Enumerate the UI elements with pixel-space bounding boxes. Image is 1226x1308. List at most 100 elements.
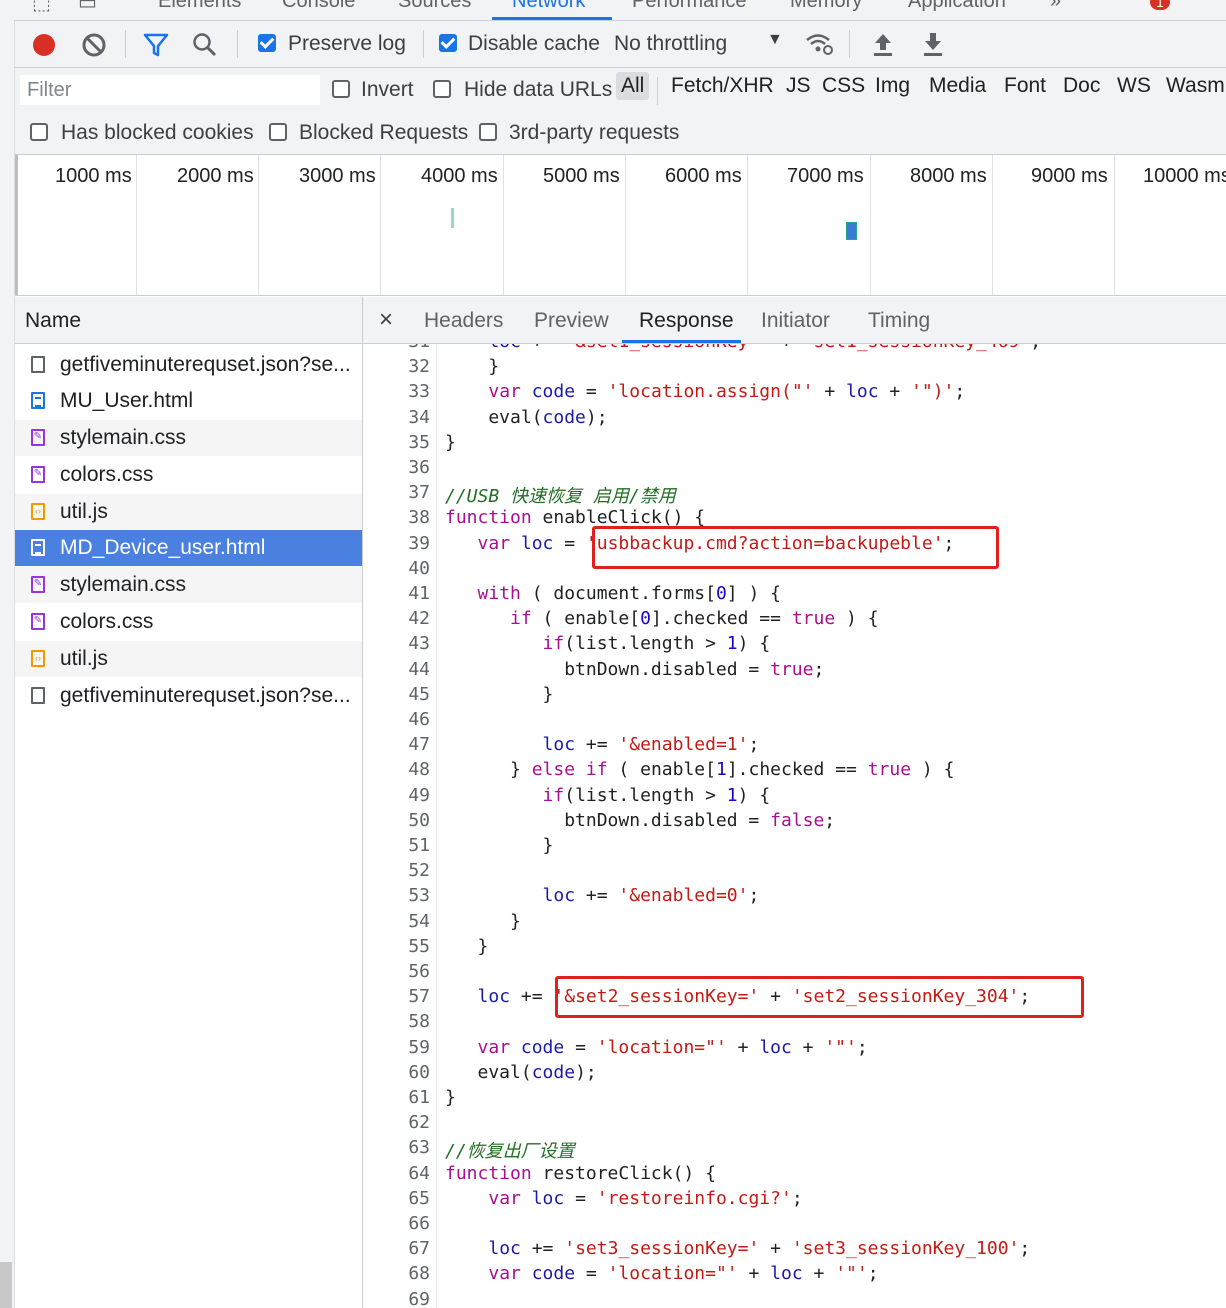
scrollbar-thumb[interactable] — [0, 1262, 12, 1308]
grid-line — [870, 155, 871, 295]
request-row[interactable]: ‹› util.js — [15, 494, 362, 530]
network-overview[interactable]: 1000 ms 2000 ms 3000 ms 4000 ms 5000 ms … — [15, 155, 1226, 296]
hide-data-urls-checkbox[interactable] — [433, 80, 451, 98]
line-number: 33 — [408, 381, 430, 403]
request-row[interactable]: ‹› util.js — [15, 641, 362, 677]
code-line: } — [445, 935, 489, 957]
type-filter-fetch-xhr[interactable]: Fetch/XHR — [671, 74, 774, 98]
code-line: eval(code); — [445, 1061, 597, 1083]
clear-icon[interactable] — [81, 32, 107, 58]
line-number: 41 — [408, 583, 430, 604]
tab-memory[interactable]: Memory — [790, 0, 862, 13]
request-row-selected[interactable]: MD_Device_user.html — [15, 530, 362, 566]
line-number: 64 — [408, 1162, 430, 1184]
request-row[interactable]: getfiveminuterequset.json?se... — [15, 347, 362, 383]
record-icon[interactable] — [31, 32, 57, 58]
throttling-select[interactable]: No throttling — [614, 32, 727, 56]
line-number: 61 — [408, 1087, 430, 1108]
type-filter-all[interactable]: All — [616, 72, 650, 100]
filter-icon[interactable] — [143, 32, 169, 58]
overview-edge — [15, 155, 18, 295]
type-filter-js[interactable]: JS — [786, 74, 811, 98]
tab-preview[interactable]: Preview — [534, 309, 609, 333]
timeline-tick: 10000 ms — [1143, 165, 1226, 187]
line-number: 52 — [408, 860, 430, 882]
code-line: eval(code); — [445, 406, 608, 428]
line-number: 38 — [408, 507, 430, 529]
tab-performance[interactable]: Performance — [632, 0, 747, 13]
code-line: } — [445, 1087, 456, 1108]
type-filter-img[interactable]: Img — [875, 74, 910, 98]
request-row[interactable]: getfiveminuterequset.json?se... — [15, 678, 362, 714]
highlight-box — [592, 526, 999, 569]
tab-elements[interactable]: Elements — [158, 0, 241, 13]
tab-application[interactable]: Application — [908, 0, 1006, 13]
code-line: } else if ( enable[1].checked == true ) … — [445, 759, 955, 781]
type-filter-ws[interactable]: WS — [1117, 74, 1151, 98]
line-number: 48 — [408, 759, 430, 781]
code-line: with ( document.forms[0] ) { — [477, 583, 781, 604]
disable-cache-checkbox[interactable] — [439, 34, 457, 52]
line-number: 62 — [408, 1112, 430, 1134]
type-filter-wasm[interactable]: Wasm — [1166, 74, 1225, 98]
code-line: loc += 'set3_sessionKey=' + 'set3_sessio… — [488, 1238, 1031, 1260]
code-line: } — [445, 910, 521, 932]
blocked-cookies-label: Has blocked cookies — [61, 121, 254, 144]
preserve-log-checkbox[interactable] — [258, 34, 276, 52]
response-code-viewer[interactable]: 31 loc += '&set1_sessionKey=' + 'set1_se… — [363, 344, 1226, 1308]
search-icon[interactable] — [192, 32, 218, 58]
tab-network[interactable]: Network — [512, 0, 585, 13]
blocked-cookies-checkbox[interactable] — [30, 123, 48, 141]
tab-console[interactable]: Console — [282, 0, 355, 13]
grid-line — [992, 155, 993, 295]
invert-checkbox[interactable] — [332, 80, 350, 98]
blocked-requests-checkbox[interactable] — [269, 123, 287, 141]
tab-response[interactable]: Response — [639, 309, 734, 333]
type-filter-css[interactable]: CSS — [822, 74, 865, 98]
code-line: //恢复出厂设置 — [445, 1141, 575, 1163]
stylesheet-icon: ✎ — [31, 613, 45, 630]
request-row[interactable]: ✎ colors.css — [15, 604, 362, 640]
line-number: 31 — [363, 344, 430, 352]
more-tabs-icon[interactable]: » — [1050, 0, 1061, 13]
request-row[interactable]: ✎ stylemain.css — [15, 420, 362, 456]
line-number: 54 — [408, 910, 430, 932]
close-icon[interactable]: × — [379, 306, 393, 334]
request-row[interactable]: ✎ stylemain.css — [15, 567, 362, 603]
timeline-tick: 7000 ms — [787, 165, 864, 187]
request-row[interactable]: ✎ colors.css — [15, 457, 362, 493]
download-icon[interactable] — [921, 31, 945, 57]
type-filter-doc[interactable]: Doc — [1063, 74, 1100, 98]
request-list-header[interactable]: Name — [15, 297, 363, 344]
request-name: util.js — [60, 500, 108, 523]
type-filter-font[interactable]: Font — [1004, 74, 1046, 98]
device-toolbar-icon[interactable]: ▭ — [78, 0, 97, 15]
line-number: 46 — [408, 709, 430, 730]
network-conditions-icon[interactable] — [805, 31, 835, 57]
inspect-icon[interactable]: ⬚ — [32, 0, 51, 15]
type-filter-media[interactable]: Media — [929, 74, 986, 98]
third-party-checkbox[interactable] — [479, 123, 497, 141]
line-number: 63 — [408, 1137, 430, 1159]
request-row[interactable]: MU_User.html — [15, 383, 362, 419]
script-icon: ‹› — [31, 503, 45, 520]
preserve-log-label: Preserve log — [288, 32, 406, 55]
upload-icon[interactable] — [871, 31, 895, 57]
line-number: 44 — [408, 658, 430, 680]
code-line: if(list.length > 1) { — [542, 633, 771, 655]
stylesheet-icon: ✎ — [31, 429, 45, 446]
error-badge[interactable]: 1 — [1150, 0, 1170, 10]
toolbar-divider — [423, 30, 424, 58]
grid-line — [380, 155, 381, 295]
tab-headers[interactable]: Headers — [424, 309, 503, 333]
chevron-down-icon[interactable]: ▼ — [767, 31, 783, 49]
grid-line — [136, 155, 137, 295]
tab-sources[interactable]: Sources — [398, 0, 471, 13]
tab-timing[interactable]: Timing — [868, 309, 930, 333]
left-gutter — [0, 20, 15, 1308]
tab-initiator[interactable]: Initiator — [761, 309, 830, 333]
stylesheet-icon: ✎ — [31, 466, 45, 483]
toolbar-divider — [657, 77, 658, 105]
filter-input[interactable] — [20, 75, 320, 105]
line-number: 45 — [408, 683, 430, 705]
